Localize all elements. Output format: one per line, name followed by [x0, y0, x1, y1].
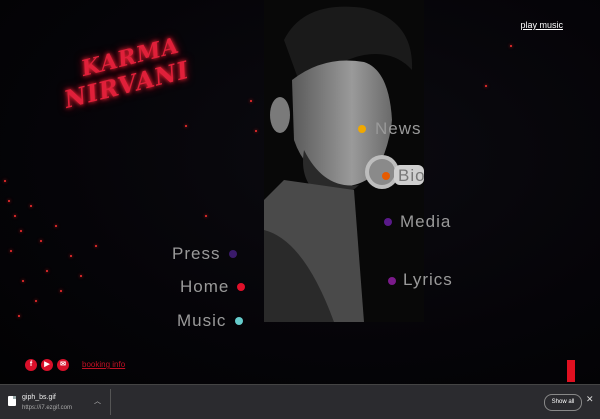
nav-dot-press	[229, 250, 237, 258]
facebook-icon[interactable]: f	[25, 359, 37, 371]
download-filename[interactable]: giph_bs.gif	[22, 394, 56, 401]
nav-dot-news	[358, 125, 366, 133]
nav-item-news[interactable]: News	[375, 119, 422, 139]
nav-dot-lyrics	[388, 277, 396, 285]
band-logo[interactable]: KARMA NIRVANI	[55, 31, 210, 179]
nav-dot-bio	[382, 172, 390, 180]
scroll-indicator[interactable]	[567, 360, 575, 382]
singer-photo	[264, 0, 424, 322]
nav-item-music[interactable]: Music	[177, 311, 226, 331]
close-icon[interactable]: ✕	[586, 394, 594, 405]
nav-dot-home	[237, 283, 245, 291]
mail-icon[interactable]: ✉	[57, 359, 69, 371]
file-icon	[8, 396, 16, 406]
nav-item-bio[interactable]: Bio	[398, 166, 426, 186]
divider	[110, 389, 111, 415]
nav-item-home[interactable]: Home	[180, 277, 229, 297]
nav-dot-media	[384, 218, 392, 226]
website-stage: KARMA NIRVANI play music News Bio Media …	[0, 0, 600, 384]
show-all-button[interactable]: Show all	[544, 394, 582, 411]
chevron-up-icon[interactable]: ︿	[94, 396, 101, 406]
nav-item-press[interactable]: Press	[172, 244, 220, 264]
download-url: https://i7.ezgif.com	[22, 405, 73, 411]
nav-item-media[interactable]: Media	[400, 212, 451, 232]
nav-dot-music	[235, 317, 243, 325]
play-music-link[interactable]: play music	[520, 20, 563, 30]
youtube-icon[interactable]: ▶	[41, 359, 53, 371]
download-bar: giph_bs.gif https://i7.ezgif.com ︿ Show …	[0, 384, 600, 419]
booking-info-link[interactable]: booking info	[82, 360, 125, 369]
nav-item-lyrics[interactable]: Lyrics	[403, 270, 453, 290]
